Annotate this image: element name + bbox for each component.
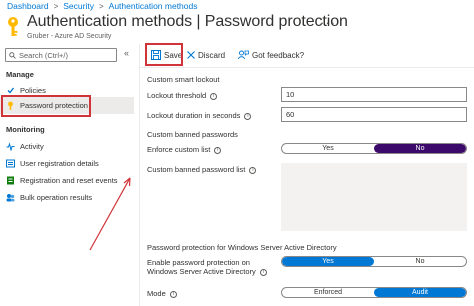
enforce-yes-option[interactable]: Yes (282, 144, 374, 153)
info-icon[interactable]: i (259, 268, 267, 276)
feedback-icon (238, 50, 249, 60)
toolbar-divider (140, 67, 474, 68)
mode-label: Mode i (147, 289, 177, 298)
feedback-button[interactable]: Got feedback? (238, 48, 304, 62)
discard-button[interactable]: Discard (187, 48, 225, 62)
pane-divider (139, 44, 140, 306)
lockout-duration-label: Lockout duration in seconds i (147, 111, 252, 120)
section-custom-banned-passwords: Custom banned passwords (147, 130, 238, 139)
lockout-threshold-label: Lockout threshold i (147, 91, 218, 100)
highlight-box-save (145, 43, 183, 66)
enable-protection-label: Enable password protection on Windows Se… (147, 258, 275, 276)
section-custom-smart-lockout: Custom smart lockout (147, 75, 220, 84)
section-windows-server-ad: Password protection for Windows Server A… (147, 243, 337, 252)
discard-label: Discard (198, 50, 226, 60)
enable-protection-toggle[interactable]: Yes No (281, 256, 467, 267)
lockout-threshold-input[interactable]: 10 (281, 87, 467, 102)
enforce-custom-list-label: Enforce custom list i (147, 145, 222, 154)
info-icon[interactable]: i (244, 112, 252, 120)
custom-banned-password-list-textarea[interactable] (281, 163, 467, 231)
custom-banned-list-label: Custom banned password list i (147, 165, 257, 174)
close-icon (187, 51, 195, 59)
info-icon[interactable]: i (249, 166, 257, 174)
info-icon[interactable]: i (210, 92, 218, 100)
feedback-label: Got feedback? (252, 50, 305, 60)
lockout-duration-input[interactable]: 60 (281, 107, 467, 122)
mode-enforced-option[interactable]: Enforced (282, 288, 374, 297)
mode-toggle[interactable]: Enforced Audit (281, 287, 467, 298)
info-icon[interactable]: i (169, 290, 177, 298)
enforce-no-option[interactable]: No (374, 144, 466, 153)
enable-yes-option[interactable]: Yes (282, 257, 374, 266)
enable-no-option[interactable]: No (374, 257, 466, 266)
enforce-custom-list-toggle[interactable]: Yes No (281, 143, 467, 154)
info-icon[interactable]: i (214, 146, 222, 154)
mode-audit-option[interactable]: Audit (374, 288, 466, 297)
